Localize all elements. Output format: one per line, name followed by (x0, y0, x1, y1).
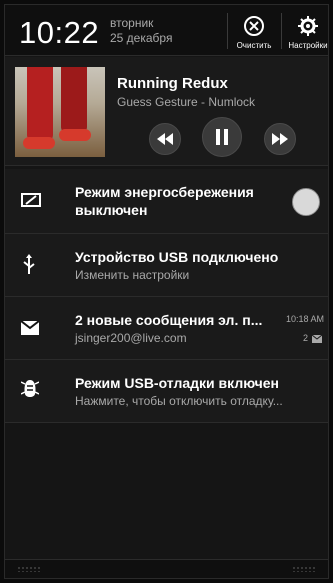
notification-power-saver[interactable]: Режим энергосбережения выключен (5, 169, 328, 234)
usb-icon (23, 254, 35, 274)
power-saver-icon (21, 193, 41, 207)
usb-debug-icon (21, 380, 39, 397)
grip-dots-right (292, 566, 316, 572)
day-label: вторник (110, 16, 154, 30)
pause-icon (216, 129, 228, 145)
track-artist: Guess Gesture - Numlock (117, 95, 256, 109)
notification-subtitle: jsinger200@live.com (75, 331, 187, 345)
notification-title: 2 новые сообщения эл. п... (75, 312, 263, 328)
notification-title: Режим энергосбережения выключен (75, 184, 254, 218)
media-player: Running Redux Guess Gesture - Numlock (5, 57, 328, 166)
fast-forward-icon (272, 133, 288, 145)
rewind-button[interactable] (149, 123, 181, 155)
grip-dots-left (17, 566, 41, 572)
notification-mail[interactable]: 2 новые сообщения эл. п... jsinger200@li… (5, 297, 328, 360)
settings-button[interactable]: Настройки (281, 11, 328, 51)
gear-icon (298, 16, 318, 36)
notification-title: Режим USB-отладки включен (75, 375, 280, 391)
notification-usb-debug[interactable]: Режим USB-отладки включен Нажмите, чтобы… (5, 360, 328, 423)
notification-shade: 10:22 вторник 25 декабря Очистить Настро… (4, 4, 329, 579)
date-block: вторник 25 декабря (110, 16, 172, 46)
notification-time: 10:18 AM (285, 314, 324, 324)
notification-subtitle: Нажмите, чтобы отключить отладку... (75, 394, 283, 408)
rewind-icon (157, 133, 173, 145)
mail-small-icon (312, 335, 322, 343)
album-art[interactable] (15, 67, 105, 157)
clear-button[interactable]: Очистить (227, 11, 281, 51)
clear-label: Очистить (236, 41, 272, 50)
notification-usb[interactable]: Устройство USB подключено Изменить настр… (5, 234, 328, 297)
shade-handle[interactable] (5, 559, 328, 578)
notification-subtitle: Изменить настройки (75, 268, 190, 282)
date-label: 25 декабря (110, 31, 173, 45)
status-header: 10:22 вторник 25 декабря Очистить Настро… (5, 5, 328, 56)
clock: 10:22 (19, 15, 100, 50)
notification-count: 2 (302, 333, 308, 343)
fast-forward-button[interactable] (264, 123, 296, 155)
notification-title: Устройство USB подключено (75, 249, 279, 265)
mail-icon (21, 321, 39, 335)
settings-label: Настройки (288, 41, 328, 50)
power-saver-toggle[interactable] (292, 188, 320, 216)
pause-button[interactable] (202, 117, 242, 157)
track-title: Running Redux (117, 75, 228, 92)
clear-icon (244, 16, 264, 36)
